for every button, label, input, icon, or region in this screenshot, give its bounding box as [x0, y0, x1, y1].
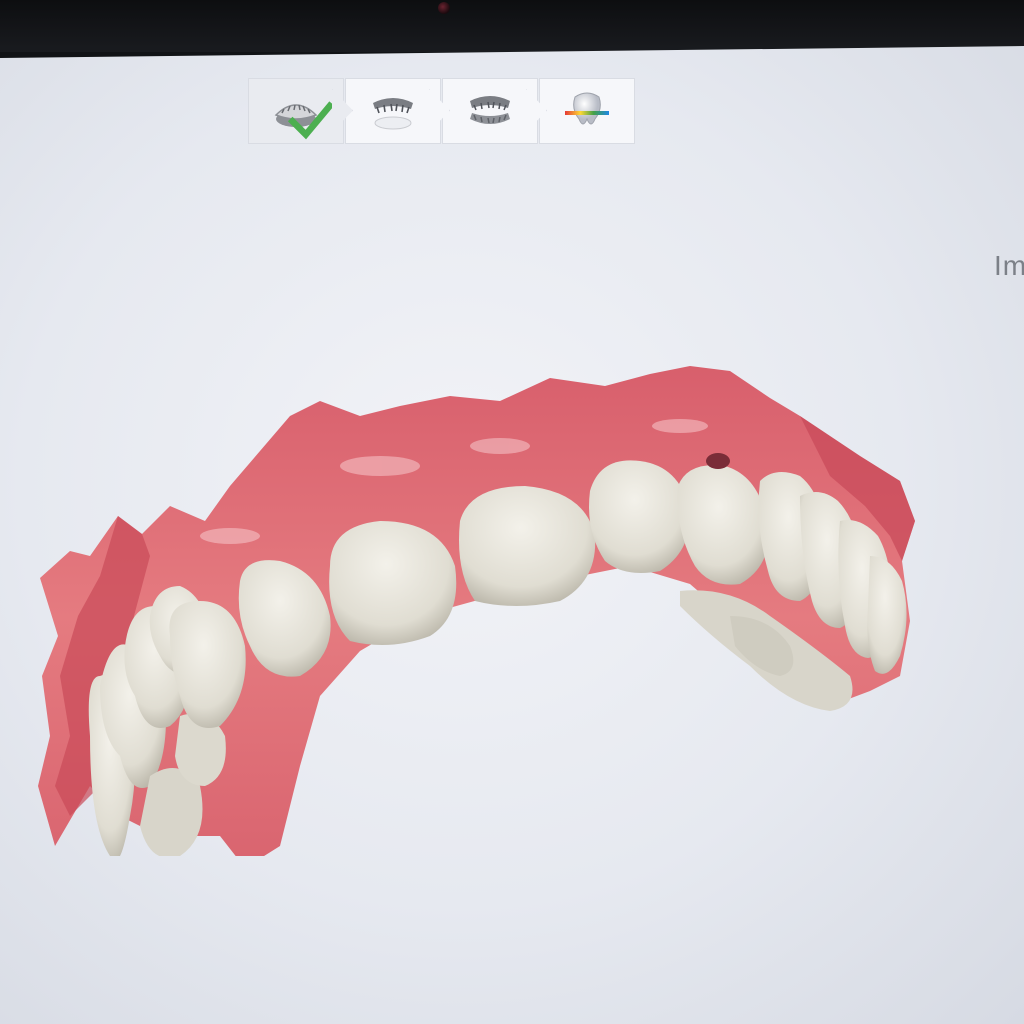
step-analysis[interactable] [539, 78, 635, 144]
side-panel-label: Im [994, 250, 1024, 281]
scan-workflow-bar [248, 78, 636, 144]
occlusion-analysis-icon [565, 92, 609, 125]
step-lower-jaw[interactable] [345, 78, 441, 144]
dental-arch-3d-model[interactable] [30, 316, 940, 856]
step-bite[interactable] [442, 78, 538, 144]
lower-jaw-scan-icon [373, 98, 413, 130]
webcam-dot [438, 2, 450, 14]
scanner-viewport[interactable]: Im [0, 46, 1024, 1024]
monitor-bezel [0, 0, 1024, 52]
implant-access-hole [706, 453, 730, 469]
bite-scan-icon [470, 96, 510, 124]
step-upper-jaw[interactable] [248, 78, 344, 144]
step-complete-check-icon [287, 101, 335, 140]
